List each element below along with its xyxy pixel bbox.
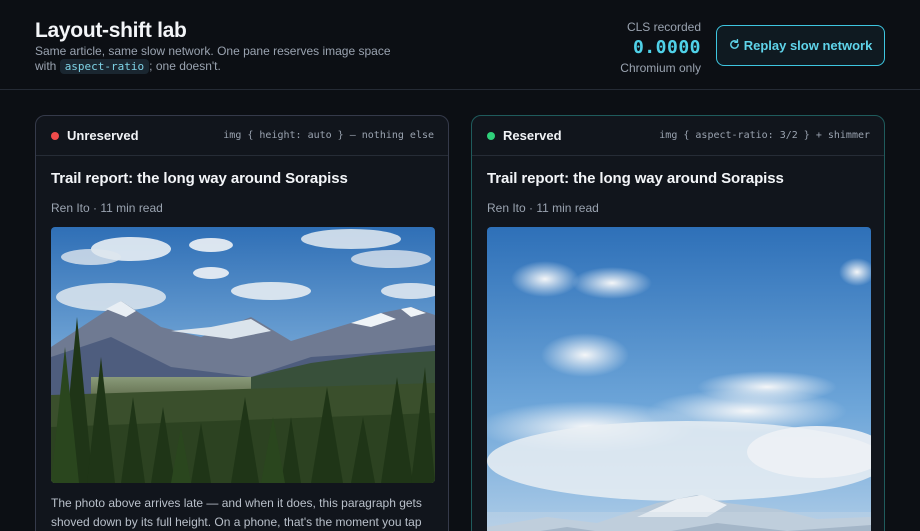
- article-meta: Ren Ito · 11 min read: [487, 201, 599, 215]
- article-meta: Ren Ito · 11 min read: [51, 201, 163, 215]
- pane-label: Reserved: [503, 128, 562, 143]
- pane-header: Reserved img { aspect-ratio: 3/2 } + shi…: [472, 116, 884, 156]
- cls-value: 0.0000: [632, 37, 701, 58]
- article-title: Trail report: the long way around Sorapi…: [51, 170, 348, 187]
- app-header: Layout-shift lab Same article, same slow…: [0, 0, 920, 90]
- cls-label: CLS recorded: [626, 20, 701, 34]
- pane-label: Unreserved: [67, 128, 139, 143]
- status-dot: [487, 131, 495, 140]
- status-dot: [51, 131, 59, 140]
- css-rule: img { height: auto } — nothing else: [223, 130, 434, 141]
- subtitle-text-end: ; one doesn't.: [149, 59, 221, 73]
- unreserved-pane: Unreserved img { height: auto } — nothin…: [35, 115, 449, 531]
- mountain-photo: [51, 227, 435, 483]
- page-title: Layout-shift lab: [35, 19, 187, 42]
- aspect-ratio-code-chip: aspect-ratio: [59, 59, 150, 74]
- cls-readout: CLS recorded 0.0000 Chromium only: [620, 20, 701, 75]
- reserved-pane: Reserved img { aspect-ratio: 3/2 } + shi…: [471, 115, 885, 531]
- sky-photo: [487, 227, 871, 531]
- css-rule: img { aspect-ratio: 3/2 } + shimmer: [659, 130, 870, 141]
- replay-button-label: Replay slow network: [743, 38, 873, 53]
- pane-header: Unreserved img { height: auto } — nothin…: [36, 116, 448, 156]
- article-body: The photo above arrives late — and when …: [51, 496, 422, 529]
- refresh-icon: [729, 38, 740, 53]
- page-subtitle: Same article, same slow network. One pan…: [35, 44, 395, 74]
- cls-note: Chromium only: [620, 61, 701, 75]
- replay-slow-network-button[interactable]: Replay slow network: [716, 25, 885, 66]
- article-title: Trail report: the long way around Sorapi…: [487, 170, 784, 187]
